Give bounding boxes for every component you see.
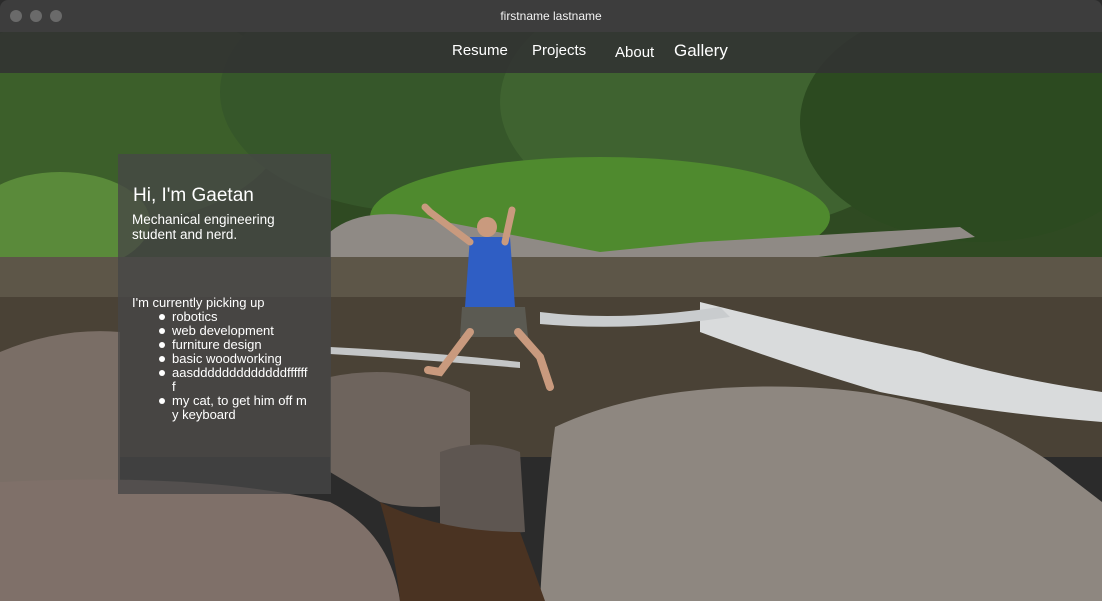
intro-heading: Hi, I'm Gaetan: [133, 185, 254, 206]
window-title: firstname lastname: [500, 9, 602, 23]
list-item: basic woodworking: [158, 352, 308, 366]
nav-link-resume[interactable]: Resume: [452, 42, 508, 59]
nav-link-gallery[interactable]: Gallery: [674, 41, 728, 61]
window-controls: [10, 10, 62, 22]
intro-card: Hi, I'm Gaetan Mechanical engineering st…: [118, 154, 331, 494]
list-item: aasdddddddddddddfffffff: [158, 366, 308, 394]
list-item: my cat, to get him off my keyboard: [158, 394, 308, 422]
interests-list: robotics web development furniture desig…: [158, 310, 317, 422]
window-titlebar: firstname lastname: [0, 0, 1102, 32]
window-maximize-dot-icon[interactable]: [50, 10, 62, 22]
nav-link-about[interactable]: About: [615, 44, 654, 61]
nav-link-projects[interactable]: Projects: [532, 42, 586, 59]
window-minimize-dot-icon[interactable]: [30, 10, 42, 22]
list-item: web development: [158, 324, 308, 338]
list-item: robotics: [158, 310, 308, 324]
intro-subtitle: Mechanical engineering student and nerd.: [132, 212, 275, 242]
picking-up-label: I'm currently picking up: [132, 295, 265, 310]
list-item: furniture design: [158, 338, 308, 352]
window-close-dot-icon[interactable]: [10, 10, 22, 22]
top-navigation: Resume Projects About Gallery: [0, 32, 1102, 73]
